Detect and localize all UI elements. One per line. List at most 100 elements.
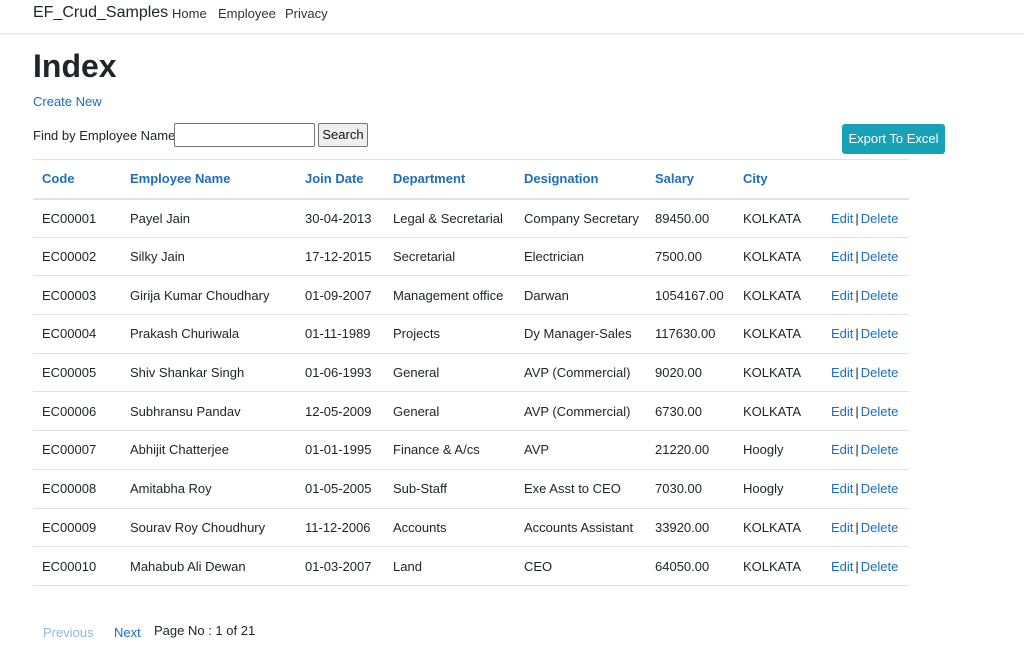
cell-city: KOLKATA — [734, 353, 822, 393]
delete-link[interactable]: Delete — [861, 442, 899, 457]
action-separator: | — [855, 210, 859, 226]
action-separator: | — [855, 365, 859, 381]
cell-designation: Company Secretary — [515, 198, 646, 238]
cell-join-date: 12-05-2009 — [296, 391, 384, 432]
cell-designation: AVP (Commercial) — [515, 391, 646, 432]
nav-link-employee[interactable]: Employee — [218, 6, 276, 21]
cell-join-date: 30-04-2013 — [296, 198, 384, 238]
edit-link[interactable]: Edit — [831, 404, 853, 419]
edit-link[interactable]: Edit — [831, 288, 853, 303]
cell-designation: Dy Manager-Sales — [515, 314, 646, 354]
cell-salary: 7500.00 — [646, 237, 734, 277]
action-separator: | — [855, 287, 859, 303]
edit-link[interactable]: Edit — [831, 365, 853, 380]
cell-code: EC00008 — [33, 469, 121, 509]
header-code[interactable]: Code — [33, 159, 121, 200]
cell-code: EC00003 — [33, 275, 121, 316]
cell-join-date: 01-05-2005 — [296, 469, 384, 509]
action-separator: | — [855, 249, 859, 265]
search-button[interactable]: Search — [318, 123, 368, 147]
cell-salary: 64050.00 — [646, 546, 734, 586]
cell-join-date: 17-12-2015 — [296, 237, 384, 277]
delete-link[interactable]: Delete — [861, 211, 899, 226]
cell-designation: AVP (Commercial) — [515, 353, 646, 393]
cell-code: EC00006 — [33, 391, 121, 432]
edit-link[interactable]: Edit — [831, 520, 853, 535]
cell-actions: Edit | Delete — [822, 469, 909, 509]
cell-code: EC00010 — [33, 546, 121, 586]
cell-department: Projects — [384, 314, 515, 354]
delete-link[interactable]: Delete — [861, 559, 899, 574]
cell-salary: 6730.00 — [646, 391, 734, 432]
action-separator: | — [855, 558, 859, 574]
header-join-date[interactable]: Join Date — [296, 159, 384, 200]
brand-link[interactable]: EF_Crud_Samples — [33, 4, 168, 22]
edit-link[interactable]: Edit — [831, 442, 853, 457]
action-separator: | — [855, 403, 859, 419]
edit-link[interactable]: Edit — [831, 559, 853, 574]
header-salary[interactable]: Salary — [646, 159, 734, 200]
header-department[interactable]: Department — [384, 159, 515, 200]
cell-actions: Edit | Delete — [822, 198, 909, 238]
edit-link[interactable]: Edit — [831, 481, 853, 496]
cell-city: KOLKATA — [734, 198, 822, 238]
edit-link[interactable]: Edit — [831, 211, 853, 226]
action-separator: | — [855, 481, 859, 497]
create-new-link[interactable]: Create New — [33, 94, 102, 109]
cell-salary: 89450.00 — [646, 198, 734, 238]
delete-link[interactable]: Delete — [861, 326, 899, 341]
cell-employee-name: Payel Jain — [121, 198, 296, 238]
table-row: EC00005 Shiv Shankar Singh 01-06-1993 Gener… — [33, 353, 909, 393]
header-employee-name[interactable]: Employee Name — [121, 159, 296, 200]
table-row: EC00002 Silky Jain 17-12-2015 Secretarial El… — [33, 237, 909, 277]
delete-link[interactable]: Delete — [861, 404, 899, 419]
cell-employee-name: Girija Kumar Choudhary — [121, 275, 296, 316]
cell-employee-name: Subhransu Pandav — [121, 391, 296, 432]
cell-salary: 7030.00 — [646, 469, 734, 509]
cell-salary: 1054167.00 — [646, 275, 734, 316]
delete-link[interactable]: Delete — [861, 481, 899, 496]
table-body: EC00001 Payel Jain 30-04-2013 Legal & Secre… — [33, 198, 909, 586]
cell-department: Legal & Secretarial — [384, 198, 515, 238]
nav-link-home[interactable]: Home — [172, 6, 207, 21]
table-row: EC00003 Girija Kumar Choudhary 01-09-2007 M… — [33, 275, 909, 316]
export-to-excel-button[interactable]: Export To Excel — [842, 124, 945, 154]
nav-link-privacy[interactable]: Privacy — [285, 6, 328, 21]
action-separator: | — [855, 519, 859, 535]
cell-code: EC00005 — [33, 353, 121, 393]
cell-city: KOLKATA — [734, 237, 822, 277]
table-row: EC00006 Subhransu Pandav 12-05-2009 General… — [33, 391, 909, 432]
cell-code: EC00004 — [33, 314, 121, 354]
cell-designation: Electrician — [515, 237, 646, 277]
cell-code: EC00009 — [33, 508, 121, 548]
cell-city: KOLKATA — [734, 275, 822, 316]
delete-link[interactable]: Delete — [861, 365, 899, 380]
next-page-link[interactable]: Next — [114, 625, 141, 640]
action-separator: | — [855, 326, 859, 342]
employee-table: Code Employee Name Join Date Department … — [33, 159, 909, 586]
cell-designation: CEO — [515, 546, 646, 586]
table-row: EC00010 Mahabub Ali Dewan 01-03-2007 Land CE… — [33, 546, 909, 586]
cell-actions: Edit | Delete — [822, 430, 909, 470]
edit-link[interactable]: Edit — [831, 326, 853, 341]
previous-page-link[interactable]: Previous — [43, 625, 94, 640]
edit-link[interactable]: Edit — [831, 249, 853, 264]
cell-actions: Edit | Delete — [822, 237, 909, 277]
header-designation[interactable]: Designation — [515, 159, 646, 200]
cell-actions: Edit | Delete — [822, 391, 909, 432]
header-city[interactable]: City — [734, 159, 822, 200]
cell-department: Sub-Staff — [384, 469, 515, 509]
delete-link[interactable]: Delete — [861, 520, 899, 535]
cell-actions: Edit | Delete — [822, 314, 909, 354]
cell-employee-name: Shiv Shankar Singh — [121, 353, 296, 393]
cell-code: EC00001 — [33, 198, 121, 238]
cell-department: Secretarial — [384, 237, 515, 277]
cell-department: Accounts — [384, 508, 515, 548]
cell-join-date: 01-01-1995 — [296, 430, 384, 470]
delete-link[interactable]: Delete — [861, 288, 899, 303]
delete-link[interactable]: Delete — [861, 249, 899, 264]
page-title: Index — [33, 48, 117, 84]
cell-actions: Edit | Delete — [822, 353, 909, 393]
employee-name-search-input[interactable] — [174, 123, 315, 147]
cell-department: General — [384, 391, 515, 432]
